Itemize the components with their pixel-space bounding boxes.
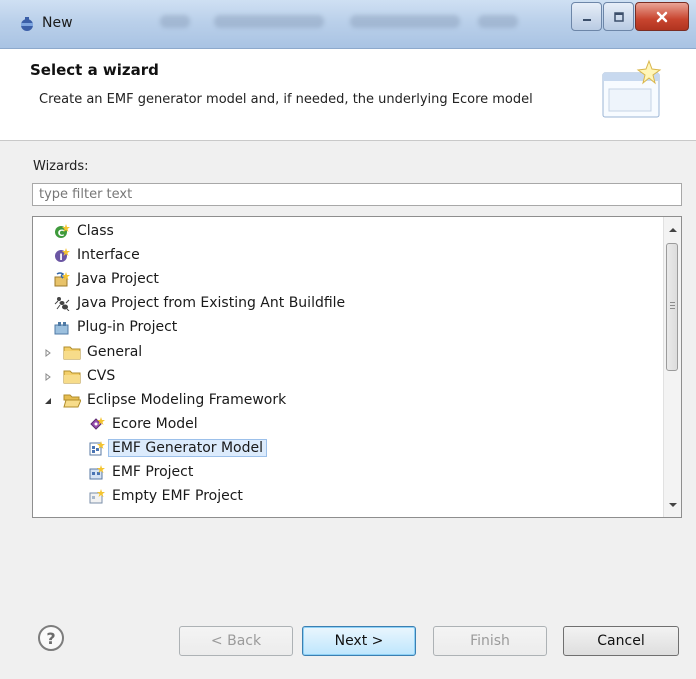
tree-item-cvs[interactable]: CVS — [63, 365, 115, 387]
finish-button[interactable]: Finish — [433, 626, 547, 656]
tree-item-emf-project[interactable]: EMF Project — [88, 461, 193, 483]
help-button[interactable]: ? — [38, 625, 64, 651]
emf-project-icon — [88, 463, 106, 481]
title-bar: New — [0, 0, 696, 49]
tree-item-label: Java Project from Existing Ant Buildfile — [77, 295, 346, 311]
tree-item-interface[interactable]: I Interface — [53, 244, 140, 266]
filter-input[interactable] — [32, 183, 682, 206]
dialog-content: Wizards: C Class I Interface Java Projec… — [0, 141, 696, 679]
tree-item-general[interactable]: General — [63, 341, 142, 363]
tree-item-java-project-from-ant[interactable]: Java Project from Existing Ant Buildfile — [53, 292, 345, 314]
tree-item-class[interactable]: C Class — [53, 220, 114, 242]
tree-item-label: EMF Project — [112, 464, 194, 480]
chevron-down-icon — [668, 502, 677, 507]
back-button[interactable]: < Back — [179, 626, 293, 656]
class-icon: C — [53, 222, 71, 240]
blurred-toolbar — [350, 15, 460, 28]
scroll-up-button[interactable] — [664, 221, 681, 238]
tree-scrollbar[interactable] — [663, 217, 681, 517]
tree-item-label: Plug-in Project — [77, 319, 178, 335]
interface-icon: I — [53, 246, 71, 264]
wizards-label: Wizards: — [33, 159, 89, 174]
folder-icon — [63, 343, 81, 361]
close-button[interactable] — [635, 2, 689, 31]
window-title: New — [42, 15, 73, 31]
tree-item-empty-emf-project[interactable]: Empty EMF Project — [88, 485, 243, 507]
expand-triangle-icon[interactable] — [43, 372, 53, 382]
close-icon — [656, 11, 668, 22]
tree-item-ecore-model[interactable]: Ecore Model — [88, 413, 198, 435]
new-wizard-icon — [21, 17, 33, 31]
wizard-tree[interactable]: C Class I Interface Java Project Java Pr… — [32, 216, 682, 518]
tree-item-label: General — [87, 344, 143, 360]
java-project-icon — [53, 270, 71, 288]
tree-item-eclipse-modeling-framework[interactable]: Eclipse Modeling Framework — [63, 389, 286, 411]
next-button[interactable]: Next > — [302, 626, 416, 656]
wizard-banner: Select a wizard Create an EMF generator … — [0, 49, 696, 141]
tree-item-label: Ecore Model — [112, 416, 198, 432]
help-icon: ? — [46, 628, 56, 648]
tree-item-label: Interface — [77, 247, 140, 263]
tree-item-label: EMF Generator Model — [108, 439, 268, 457]
tree-item-label: CVS — [87, 368, 116, 384]
new-wizard-banner-icon — [602, 59, 662, 118]
expand-triangle-icon[interactable] — [43, 348, 53, 358]
ant-icon — [53, 294, 71, 312]
banner-description: Create an EMF generator model and, if ne… — [39, 92, 533, 107]
tree-item-label: Java Project — [77, 271, 159, 287]
ecore-model-icon — [88, 415, 106, 433]
scrollbar-thumb[interactable] — [666, 243, 678, 371]
minimize-button[interactable] — [571, 2, 602, 31]
tree-item-plugin-project[interactable]: Plug-in Project — [53, 316, 177, 338]
folder-icon — [63, 367, 81, 385]
scroll-down-button[interactable] — [664, 496, 681, 513]
plugin-project-icon — [53, 318, 71, 336]
emf-generator-icon — [88, 439, 106, 457]
minimize-icon — [582, 18, 591, 21]
maximize-icon — [613, 11, 624, 22]
folder-open-icon — [63, 391, 81, 409]
tree-item-label: Class — [77, 223, 114, 239]
collapse-triangle-icon[interactable] — [43, 396, 53, 406]
tree-item-label: Empty EMF Project — [112, 488, 243, 504]
maximize-button[interactable] — [603, 2, 634, 31]
blurred-toolbar — [478, 15, 518, 28]
banner-title: Select a wizard — [30, 61, 159, 79]
tree-item-emf-generator-model[interactable]: EMF Generator Model — [88, 437, 268, 459]
tree-item-label: Eclipse Modeling Framework — [87, 392, 287, 408]
blurred-toolbar — [214, 15, 324, 28]
blurred-toolbar — [160, 15, 190, 28]
svg-text:C: C — [58, 229, 65, 239]
svg-text:I: I — [59, 253, 62, 263]
empty-emf-project-icon — [88, 487, 106, 505]
tree-item-java-project[interactable]: Java Project — [53, 268, 159, 290]
chevron-up-icon — [668, 227, 677, 232]
cancel-button[interactable]: Cancel — [563, 626, 679, 656]
